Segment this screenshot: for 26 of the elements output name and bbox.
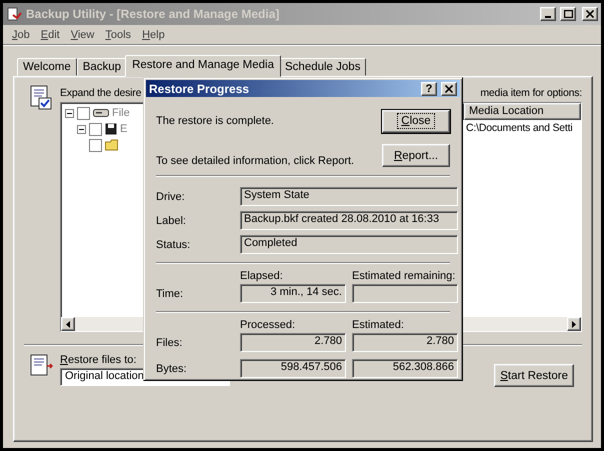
field-label: Restore files to:: [60, 354, 138, 366]
column-label: Elapsed:: [240, 270, 284, 282]
value-field: 2.780: [352, 333, 458, 352]
value-field: 598.457.506: [240, 359, 346, 378]
field-label: Drive:: [156, 190, 186, 202]
field-label: Label:: [156, 214, 187, 226]
value-field: Backup.bkf created 28.08.2010 at 16:33: [240, 211, 458, 230]
window-title: Backup Utility - [Restore and Manage Media]: [26, 7, 280, 21]
value-field: Completed: [240, 235, 458, 254]
dialog-title: Restore Progress: [149, 82, 250, 96]
instruction-text: Expand the desire: [60, 87, 142, 99]
value-field: 2.780: [240, 333, 346, 352]
field-label: Time:: [156, 288, 184, 300]
column-label: Estimated:: [352, 319, 405, 331]
dialog-message: To see detailed information, click Report.: [156, 155, 354, 167]
dialog-message: The restore is complete.: [156, 115, 274, 127]
instruction-text: media item for options:: [480, 87, 582, 99]
table-cell-text: C:\Documents and Setti: [465, 121, 574, 136]
column-label: Processed:: [240, 319, 296, 331]
value-field: 3 min., 14 sec.: [240, 284, 346, 303]
column-label: Estimated remaining:: [352, 270, 456, 282]
field-label: Status:: [156, 238, 192, 250]
value-field: 562.308.866: [352, 359, 458, 378]
value-field: System State: [240, 187, 458, 206]
field-label: Bytes:: [156, 362, 188, 374]
field-label: Files:: [156, 336, 184, 348]
